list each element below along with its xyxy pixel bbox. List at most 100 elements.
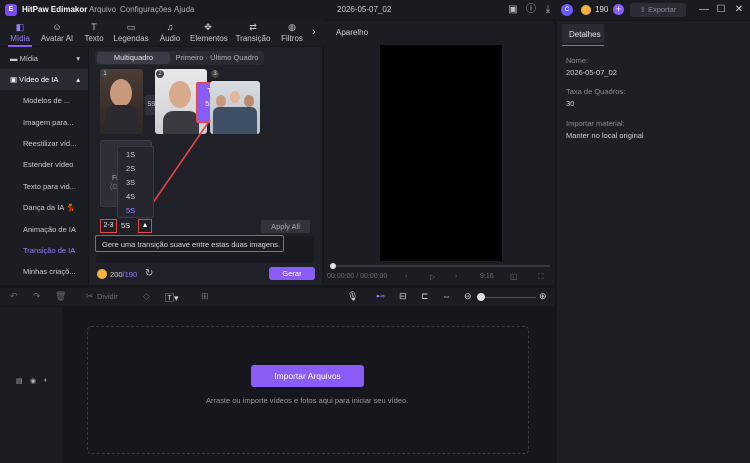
sidebar-item-modelos[interactable]: Modelos de ... [0,90,88,111]
sidebar-item-estender[interactable]: Estender vídeo [0,154,88,175]
tab-midia[interactable]: ◧ Mídia [2,22,38,47]
tab-legendas[interactable]: ▭ Legendas [113,22,149,43]
user-avatar[interactable]: C [561,4,573,16]
dropdown-toggle-icon[interactable]: ▲ [138,219,152,233]
face-image [230,91,240,103]
credit-cost: 200/190 [110,270,138,279]
duration-option-5s[interactable]: 5S [118,204,155,218]
upload-icon: ⇪ [639,5,648,14]
coin-icon [581,5,591,15]
track-lock-icon[interactable]: ▤ [16,377,23,385]
fps-value: 30 [566,99,575,108]
tab-primeiro-ultimo[interactable]: Primeiro · Último Quadro [170,52,264,64]
preview-scrubber[interactable] [330,263,336,269]
link-icon[interactable]: ⊷ [376,291,385,302]
next-frame-icon[interactable]: › [455,273,457,280]
maximize-icon[interactable]: ☐ [714,3,728,17]
generate-button[interactable]: Gerar [269,267,315,280]
text-tool-icon[interactable]: 🅃▾ [165,291,179,304]
close-icon[interactable]: ✕ [732,3,746,17]
snap-icon[interactable]: ⊟ [399,291,407,302]
duration-dropdown[interactable]: 1S 2S 3S 4S 5S [117,146,154,218]
prompt-text[interactable]: Gere uma transição suave entre estas dua… [102,240,280,249]
text-icon: T [91,22,97,32]
coin-icon [97,269,107,279]
fps-label: Taxa de Quadros: [566,87,626,96]
sidebar-item-minhas-criacoes[interactable]: Minhas criaçõ... [0,261,88,282]
refresh-icon[interactable]: ↻ [145,268,153,279]
face-image [169,81,191,108]
sidebar-item-transicao-ia[interactable]: Transição de IA [0,240,88,261]
split-label[interactable]: Dividir [97,292,118,301]
import-material-label: Importar material: [566,119,625,128]
elements-icon: ✥ [204,22,212,32]
info-icon[interactable]: ⓘ [525,4,537,16]
aspect-ratio[interactable]: 9:16 [480,273,494,280]
track-visibility-icon[interactable]: ◉ [30,377,36,385]
tab-detalhes[interactable]: Detalhes [569,30,601,39]
expand-icon[interactable]: ⇔ [442,291,451,301]
snapshot-icon[interactable]: ◫ [510,272,518,281]
zoom-in-icon[interactable]: ⊕ [539,291,547,302]
frame-card-1[interactable] [100,69,143,134]
tab-audio[interactable]: ♫ Áudio [152,22,188,43]
frame-number-3: 3 [211,70,219,78]
chevron-up-icon: ▴ [76,75,80,84]
duration-option-4s[interactable]: 4S [118,190,155,204]
sidebar-item-reestilizar[interactable]: Reestilizar víd... [0,133,88,154]
undo-icon[interactable]: ↶ [10,291,18,302]
arrow-line [147,119,211,211]
menu-configuracoes[interactable]: Configurações [120,5,172,14]
filter-icon: ◍ [288,22,296,32]
crop-icon[interactable]: ⊞ [201,291,209,302]
zoom-out-icon[interactable]: ⊖ [464,291,472,302]
play-icon[interactable]: ▷ [430,273,435,281]
menu-ajuda[interactable]: Ajuda [174,5,194,14]
export-button[interactable]: ⇪ Exportar [630,3,686,17]
split-icon[interactable]: ✂ [86,291,94,302]
tab-avatar-ai[interactable]: ☺ Avatar AI [39,22,75,43]
sidebar-item-danca[interactable]: Dança da IA 💃 [0,197,88,218]
microphone-icon[interactable]: 🎙 [347,291,358,302]
fullscreen-icon[interactable]: ⛶ [538,272,544,282]
chevron-right-icon[interactable]: › [312,26,316,38]
selected-duration[interactable]: 5S [121,221,130,230]
marker-icon[interactable]: ◇ [143,291,150,302]
tab-elementos[interactable]: ✥ Elementos [190,22,228,43]
zoom-slider-thumb[interactable] [477,293,485,301]
sidebar-item-texto-para-video[interactable]: Texto para vid... [0,176,88,197]
name-label: Nome: [566,56,589,65]
track-audio-icon[interactable]: ◐ [44,377,48,384]
duration-option-3s[interactable]: 3S [118,176,155,190]
menu-arquivo[interactable]: Arquivo [89,5,116,14]
zoom-slider-track[interactable] [481,297,536,298]
shirt-shape [105,105,138,134]
sidebar-video-ia[interactable]: ▣ Vídeo de IA ▴ [0,69,88,90]
prev-frame-icon[interactable]: ‹ [405,273,407,280]
duration-option-2s[interactable]: 2S [118,162,155,176]
sidebar-item-imagem-para-video[interactable]: Imagem para... [0,112,88,133]
tab-texto[interactable]: T Texto [76,22,112,43]
add-credits-button[interactable]: + [613,4,624,15]
delete-icon[interactable]: 🗑 [55,291,66,302]
track-controls [0,307,62,463]
download-icon[interactable]: ⤓ [542,4,554,16]
frame-number-2: 2 [156,70,164,78]
folder-icon: ▬ [10,54,20,63]
fit-icon[interactable]: ⊏ [421,291,429,302]
sidebar-item-animacao[interactable]: Animação de IA [0,219,88,240]
redo-icon[interactable]: ↷ [33,291,41,302]
duration-option-1s[interactable]: 1S [118,148,155,162]
tab-filtros[interactable]: ◍ Filtros [274,22,310,43]
minimize-icon[interactable]: — [697,3,711,17]
ai-video-icon: ▣ [10,75,20,84]
face-image [244,95,254,107]
tab-transicao[interactable]: ⇄ Transição [235,22,271,43]
drop-zone[interactable] [87,326,529,454]
preview-progress-track[interactable] [330,265,550,267]
layout-icon[interactable]: ▣ [507,4,519,16]
sidebar-media[interactable]: ▬ Mídia ▾ [0,48,88,69]
import-files-button[interactable]: Importar Arquivos [251,365,364,387]
tab-multiquadro[interactable]: Multiquadro [97,52,170,64]
apply-all-button[interactable]: Apply All [261,220,310,233]
